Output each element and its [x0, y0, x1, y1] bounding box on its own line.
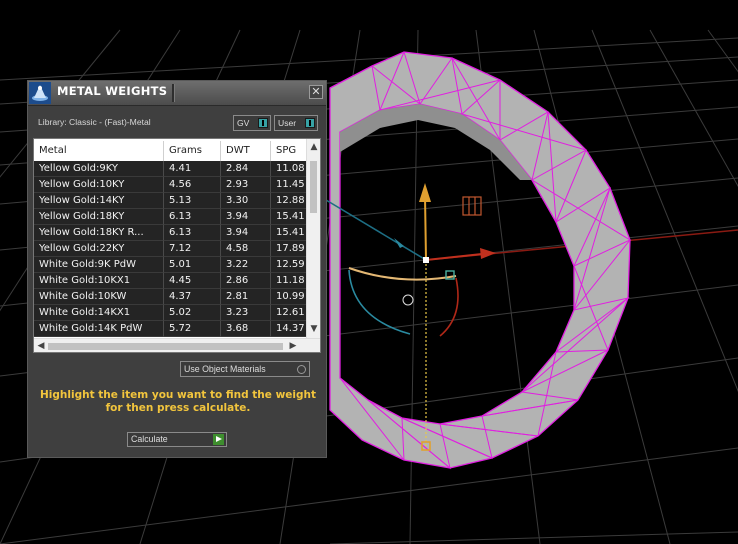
toggle-switch-icon: [305, 118, 315, 128]
table-cell-metal: Yellow Gold:18KY R...: [34, 225, 164, 241]
table-cell-grams: 5.13: [164, 193, 221, 209]
table-cell-dwt: 3.30: [221, 193, 271, 209]
table-row[interactable]: Yellow Gold:18KY R... 6.13 3.94 15.41: [34, 225, 306, 241]
table-cell-metal: White Gold:14K PdW: [34, 321, 164, 337]
scroll-right-icon[interactable]: ▶: [288, 340, 298, 352]
gv-toggle-label: GV: [237, 118, 250, 128]
table-cell-spg: 12.61: [271, 305, 306, 321]
table-row[interactable]: White Gold:10KX1 4.45 2.86 11.18: [34, 273, 306, 289]
table-cell-metal: Yellow Gold:18KY: [34, 209, 164, 225]
horizontal-scrollbar[interactable]: ◀ ▶: [34, 338, 320, 352]
horizontal-scroll-thumb[interactable]: [48, 343, 283, 350]
use-object-materials-label: Use Object Materials: [184, 364, 266, 374]
table-cell-spg: 11.08: [271, 161, 306, 177]
table-cell-grams: 5.72: [164, 321, 221, 337]
close-icon[interactable]: ✕: [309, 85, 323, 99]
metal-table-grid: Metal Grams DWT SPG Yellow Gold:9KY 4.41 2…: [34, 139, 306, 338]
table-cell-dwt: 3.68: [221, 321, 271, 337]
table-row[interactable]: Yellow Gold:9KY 4.41 2.84 11.08: [34, 161, 306, 177]
table-cell-metal: White Gold:10KW: [34, 289, 164, 305]
table-cell-grams: 4.41: [164, 161, 221, 177]
column-header-metal[interactable]: Metal: [34, 141, 164, 161]
panel-title-bar[interactable]: METAL WEIGHTS ✕: [28, 81, 326, 106]
table-cell-dwt: 2.93: [221, 177, 271, 193]
table-cell-dwt: 2.86: [221, 273, 271, 289]
table-cell-spg: 11.45: [271, 177, 306, 193]
table-cell-spg: 14.37: [271, 321, 306, 337]
play-icon: [213, 434, 224, 445]
library-label: Library: Classic - (Fast)-Metal: [38, 117, 151, 127]
table-cell-dwt: 2.81: [221, 289, 271, 305]
scroll-down-icon[interactable]: ▼: [309, 323, 319, 335]
table-cell-spg: 15.41: [271, 225, 306, 241]
table-cell-spg: 11.18: [271, 273, 306, 289]
table-row[interactable]: Yellow Gold:18KY 6.13 3.94 15.41: [34, 209, 306, 225]
table-header: Metal Grams DWT SPG: [34, 141, 306, 161]
table-row[interactable]: Yellow Gold:10KY 4.56 2.93 11.45: [34, 177, 306, 193]
table-cell-dwt: 2.84: [221, 161, 271, 177]
user-toggle[interactable]: User: [274, 115, 318, 131]
table-cell-metal: Yellow Gold:10KY: [34, 177, 164, 193]
table-cell-dwt: 3.23: [221, 305, 271, 321]
vertical-scroll-thumb[interactable]: [310, 161, 317, 213]
toggle-switch-icon: [258, 118, 268, 128]
table-row[interactable]: White Gold:9K PdW 5.01 3.22 12.59: [34, 257, 306, 273]
table-row[interactable]: Yellow Gold:14KY 5.13 3.30 12.88: [34, 193, 306, 209]
table-cell-spg: 12.59: [271, 257, 306, 273]
table-cell-dwt: 4.58: [221, 241, 271, 257]
table-row[interactable]: White Gold:14KX1 5.02 3.23 12.61: [34, 305, 306, 321]
panel-title: METAL WEIGHTS: [57, 84, 168, 98]
metal-table[interactable]: Metal Grams DWT SPG Yellow Gold:9KY 4.41 2…: [33, 138, 321, 353]
radio-icon: [297, 365, 306, 374]
table-cell-dwt: 3.94: [221, 209, 271, 225]
instruction-line-1: Highlight the item you want to find the …: [40, 389, 316, 401]
table-cell-metal: Yellow Gold:22KY: [34, 241, 164, 257]
table-cell-spg: 12.88: [271, 193, 306, 209]
column-header-spg[interactable]: SPG: [271, 141, 306, 161]
column-header-grams[interactable]: Grams: [164, 141, 221, 161]
vertical-scrollbar[interactable]: ▲ ▼: [306, 139, 320, 338]
table-cell-metal: White Gold:14KX1: [34, 305, 164, 321]
instruction-text: Highlight the item you want to find the …: [38, 389, 318, 415]
use-object-materials-button[interactable]: Use Object Materials: [180, 361, 310, 377]
table-cell-grams: 4.45: [164, 273, 221, 289]
table-cell-grams: 4.37: [164, 289, 221, 305]
table-row[interactable]: White Gold:14K PdW 5.72 3.68 14.37: [34, 321, 306, 337]
table-cell-metal: Yellow Gold:14KY: [34, 193, 164, 209]
user-toggle-label: User: [278, 118, 297, 128]
gv-toggle[interactable]: GV: [233, 115, 271, 131]
scroll-left-icon[interactable]: ◀: [36, 340, 46, 352]
table-cell-metal: Yellow Gold:9KY: [34, 161, 164, 177]
table-cell-spg: 10.99: [271, 289, 306, 305]
calculate-button[interactable]: Calculate: [127, 432, 227, 447]
table-row[interactable]: White Gold:10KW 4.37 2.81 10.99: [34, 289, 306, 305]
metal-weights-app-icon: [29, 82, 51, 104]
table-cell-dwt: 3.22: [221, 257, 271, 273]
table-cell-grams: 5.01: [164, 257, 221, 273]
calculate-label: Calculate: [131, 434, 168, 444]
column-header-dwt[interactable]: DWT: [221, 141, 271, 161]
table-cell-grams: 6.13: [164, 209, 221, 225]
table-cell-grams: 7.12: [164, 241, 221, 257]
instruction-line-2: for then press calculate.: [105, 402, 251, 414]
table-cell-metal: White Gold:9K PdW: [34, 257, 164, 273]
table-cell-spg: 15.41: [271, 209, 306, 225]
table-cell-dwt: 3.94: [221, 225, 271, 241]
table-cell-grams: 6.13: [164, 225, 221, 241]
table-cell-grams: 4.56: [164, 177, 221, 193]
table-row[interactable]: Yellow Gold:22KY 7.12 4.58 17.89: [34, 241, 306, 257]
scroll-up-icon[interactable]: ▲: [309, 141, 319, 153]
metal-weights-panel: METAL WEIGHTS ✕ Library: Classic - (Fast…: [27, 80, 327, 458]
title-separator: [172, 84, 175, 102]
table-cell-spg: 17.89: [271, 241, 306, 257]
table-cell-grams: 5.02: [164, 305, 221, 321]
table-cell-metal: White Gold:10KX1: [34, 273, 164, 289]
